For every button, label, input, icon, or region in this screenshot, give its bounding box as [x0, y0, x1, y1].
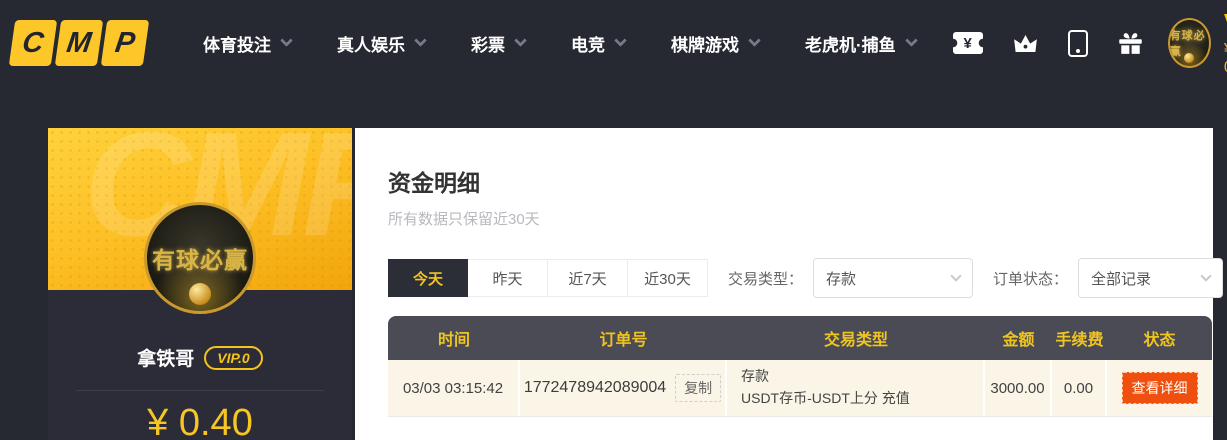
profile-balance: ¥ 0.40 — [147, 402, 253, 440]
chevron-down-icon — [614, 34, 627, 47]
col-header-amount: 金额 — [1002, 332, 1035, 349]
chevron-down-icon — [280, 34, 293, 47]
tab-yesterday[interactable]: 昨天 — [468, 259, 548, 297]
tab-last-30-days[interactable]: 近30天 — [628, 259, 708, 297]
mobile-icon — [1067, 29, 1088, 57]
order-status-label: 订单状态： — [993, 270, 1069, 288]
chevron-down-icon — [904, 34, 918, 47]
nav-item-sports[interactable]: 体育投注 — [180, 31, 314, 56]
nav-item-label: 棋牌游戏 — [671, 35, 739, 55]
order-status-select[interactable]: 全部记录 — [1078, 258, 1224, 298]
nav-item-label: 老虎机·捕鱼 — [805, 35, 896, 55]
table-row: 03/03 03:15:42 1772478942089004 复制 存款 US… — [388, 360, 1212, 417]
transaction-type-line2: USDT存币-USDT上分 充值 — [741, 390, 910, 406]
transaction-type-select[interactable]: 存款 — [813, 258, 974, 298]
nav-item-lottery[interactable]: 彩票 — [448, 31, 548, 56]
order-status-value: 全部记录 — [1091, 270, 1152, 288]
cell-order-no: 1772478942089004 复制 — [520, 360, 727, 416]
tab-today[interactable]: 今天 — [388, 259, 468, 297]
copy-button[interactable]: 复制 — [675, 374, 722, 402]
gold-ball-icon — [1184, 53, 1195, 64]
top-navbar: C M P 体育投注 真人娱乐 彩票 电竞 棋牌游戏 老虎机·捕鱼 ¥ 有球必赢 — [0, 0, 1227, 86]
topbar-user-block: 有球必赢 V0 ¥ 0.40 — [1167, 8, 1227, 78]
nav-item-board-games[interactable]: 棋牌游戏 — [648, 31, 782, 56]
crown-icon — [1013, 34, 1037, 52]
nav-item-label: 体育投注 — [203, 35, 271, 55]
col-header-type: 交易类型 — [823, 332, 888, 349]
transactions-table: 时间 订单号 交易类型 金额 手续费 状态 03/03 03:15:42 177… — [388, 316, 1212, 417]
profile-avatar[interactable]: 有球必赢 — [144, 202, 256, 314]
retention-note: 所有数据只保留近30天 — [388, 211, 540, 228]
vip-badge: VIP.0 — [204, 345, 263, 370]
nav-item-esports[interactable]: 电竞 — [548, 31, 648, 56]
transaction-type-label: 交易类型： — [728, 270, 804, 288]
brand-logo[interactable]: C M P — [8, 20, 150, 66]
logo-letter: M — [54, 20, 104, 66]
nav-item-label: 真人娱乐 — [337, 35, 405, 55]
table-header-row: 时间 订单号 交易类型 金额 手续费 状态 — [388, 316, 1212, 360]
chevron-down-icon — [414, 34, 427, 47]
transaction-type-line1: 存款 — [741, 368, 769, 385]
transaction-type-value: 存款 — [826, 270, 857, 288]
cell-time: 03/03 03:15:42 — [388, 360, 520, 416]
cell-status: 查看详细 — [1107, 360, 1212, 416]
col-header-order-no: 订单号 — [599, 332, 648, 349]
avatar[interactable]: 有球必赢 — [1167, 17, 1211, 68]
chevron-down-icon — [1200, 270, 1212, 282]
tab-last-7-days[interactable]: 近7天 — [548, 259, 628, 297]
nav-item-slots-fishing[interactable]: 老虎机·捕鱼 — [782, 31, 939, 56]
profile-sidebar: CMP 有球必赢 拿铁哥 VIP.0 ¥ 0.40 — [48, 128, 352, 440]
col-header-status: 状态 — [1143, 332, 1176, 349]
chevron-down-icon — [950, 270, 962, 282]
logo-letter: P — [100, 20, 150, 66]
date-range-tabs: 今天 昨天 近7天 近30天 — [388, 259, 708, 297]
avatar-caption: 有球必赢 — [152, 247, 248, 273]
logo-letter: C — [8, 20, 58, 66]
chevron-down-icon — [748, 34, 761, 47]
main-nav: 体育投注 真人娱乐 彩票 电竞 棋牌游戏 老虎机·捕鱼 — [180, 31, 939, 56]
yuan-symbol: ¥ — [963, 34, 972, 52]
view-details-button[interactable]: 查看详细 — [1121, 372, 1198, 404]
cell-amount: 3000.00 — [985, 360, 1052, 416]
page-title: 资金明细 — [388, 170, 480, 196]
mobile-app-button[interactable] — [1067, 29, 1088, 57]
topbar-icon-group: ¥ — [952, 29, 1144, 57]
divider — [76, 390, 324, 391]
profile-username: 拿铁哥 — [137, 349, 195, 370]
cell-transaction-type: 存款 USDT存币-USDT上分 充值 — [727, 360, 985, 416]
gift-icon — [1118, 32, 1142, 54]
col-header-time: 时间 — [437, 332, 470, 349]
nav-item-label: 彩票 — [471, 35, 505, 55]
order-number: 1772478942089004 — [523, 379, 667, 396]
col-header-fee: 手续费 — [1055, 332, 1104, 349]
page: C M P 体育投注 真人娱乐 彩票 电竞 棋牌游戏 老虎机·捕鱼 ¥ 有球必赢… — [0, 0, 1227, 440]
cell-fee: 0.00 — [1052, 360, 1107, 416]
deposit-ticket-button[interactable]: ¥ — [952, 32, 983, 54]
chevron-down-icon — [514, 34, 527, 47]
nav-item-live-casino[interactable]: 真人娱乐 — [314, 31, 448, 56]
promotions-button[interactable] — [1117, 30, 1144, 57]
nav-item-label: 电竞 — [571, 35, 605, 55]
yuan-ticket-icon: ¥ — [952, 32, 983, 54]
profile-name-row: 拿铁哥 VIP.0 — [48, 344, 352, 371]
funds-detail-panel: 资金明细 所有数据只保留近30天 今天 昨天 近7天 近30天 交易类型： 存款… — [355, 128, 1224, 440]
gold-ball-icon — [189, 282, 211, 305]
vip-crown-button[interactable] — [1012, 30, 1039, 57]
filter-controls: 今天 昨天 近7天 近30天 交易类型： 存款 订单状态： 全部记录 — [388, 258, 1224, 298]
